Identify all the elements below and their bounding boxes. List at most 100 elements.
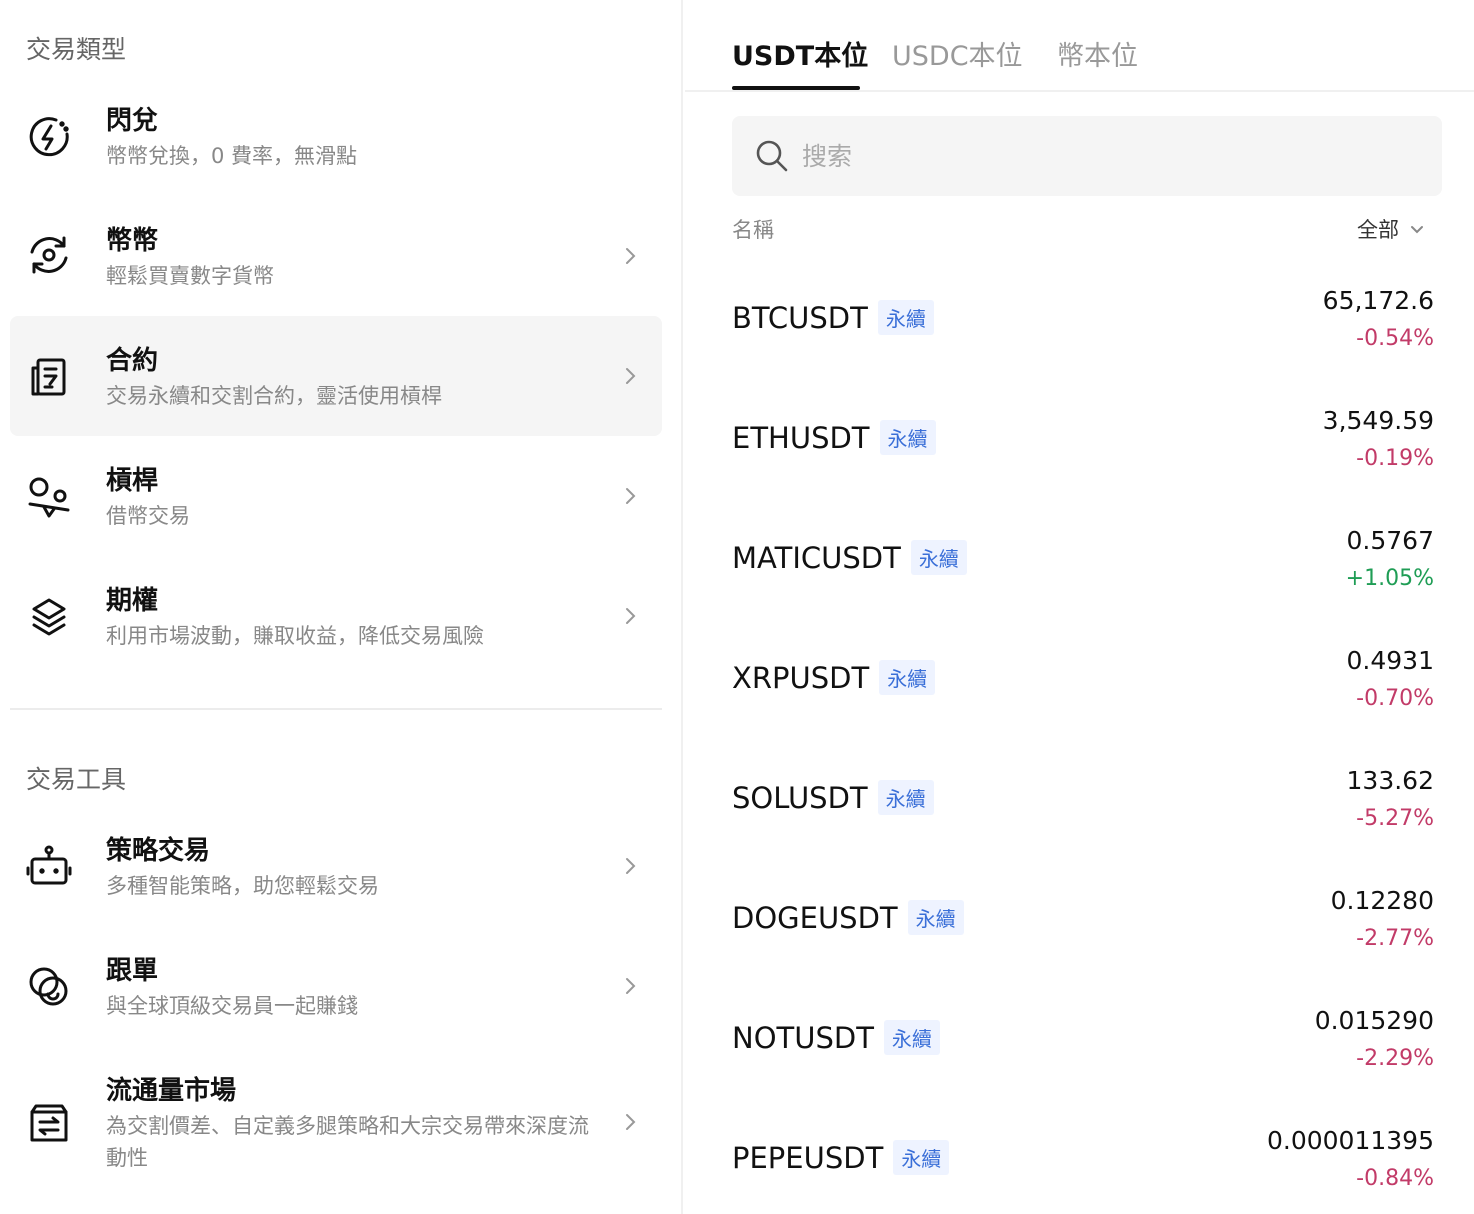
market-row[interactable]: BTCUSDT 永續 65,172.6 -0.54% xyxy=(732,272,1434,382)
tab-usdc-margined[interactable]: USDC本位 xyxy=(892,34,1023,73)
market-row[interactable]: ETHUSDT 永續 3,549.59 -0.19% xyxy=(732,392,1434,502)
search-icon xyxy=(754,138,790,174)
menu-item-desc: 交易永續和交割合約，靈活使用槓桿 xyxy=(106,384,442,408)
market-symbol-group: DOGEUSDT 永續 xyxy=(732,900,964,935)
market-row[interactable]: SOLUSDT 永續 133.62 -5.27% xyxy=(732,752,1434,862)
last-price: 0.015290 xyxy=(1314,1006,1434,1035)
copy-trade-icon xyxy=(26,964,72,1010)
chevron-right-icon xyxy=(618,1110,642,1134)
perpetual-badge: 永續 xyxy=(910,540,967,575)
last-price: 0.4931 xyxy=(1346,646,1434,675)
menu-item-spot[interactable]: 幣幣 輕鬆買賣數字貨幣 xyxy=(10,200,662,310)
active-tab-indicator xyxy=(732,86,860,90)
last-price: 65,172.6 xyxy=(1322,286,1434,315)
column-header-name: 名稱 xyxy=(732,218,774,242)
market-symbol: MATICUSDT xyxy=(732,540,901,575)
market-row[interactable]: PEPEUSDT 永續 0.000011395 -0.84% xyxy=(732,1112,1434,1214)
menu-item-title: 策略交易 xyxy=(106,836,211,866)
market-symbol-group: SOLUSDT 永續 xyxy=(732,780,934,815)
price-change-percent: -2.29% xyxy=(1356,1046,1434,1071)
market-symbol: BTCUSDT xyxy=(732,300,868,335)
market-list-panel: USDT本位 USDC本位 幣本位 名稱 全部 BTCUSDT 永續 65,172.… xyxy=(685,0,1474,1214)
market-symbol-group: MATICUSDT 永續 xyxy=(732,540,967,575)
price-change-percent: +1.05% xyxy=(1345,566,1434,591)
last-price: 0.000011395 xyxy=(1266,1126,1434,1155)
market-symbol: DOGEUSDT xyxy=(732,900,898,935)
perpetual-badge: 永續 xyxy=(879,660,936,695)
menu-item-futures[interactable]: 合約 交易永續和交割合約，靈活使用槓桿 xyxy=(10,316,662,436)
menu-item-title: 槓桿 xyxy=(106,466,159,496)
filter-dropdown[interactable]: 全部 xyxy=(1357,214,1427,244)
chevron-right-icon xyxy=(618,484,642,508)
price-change-percent: -2.77% xyxy=(1356,926,1434,951)
menu-item-desc: 借幣交易 xyxy=(106,504,190,528)
layers-icon xyxy=(26,594,72,640)
menu-item-title: 合約 xyxy=(106,346,159,376)
perpetual-badge: 永續 xyxy=(883,1020,940,1055)
menu-item-copy-trading[interactable]: 跟單 與全球頂級交易員一起賺錢 xyxy=(10,930,662,1040)
menu-item-margin[interactable]: 槓桿 借幣交易 xyxy=(10,440,662,550)
price-change-percent: -0.54% xyxy=(1356,326,1434,351)
market-row[interactable]: XRPUSDT 永續 0.4931 -0.70% xyxy=(732,632,1434,742)
market-symbol: PEPEUSDT xyxy=(732,1140,884,1175)
price-change-percent: -5.27% xyxy=(1356,806,1434,831)
menu-item-desc: 幣幣兌換，0 費率，無滑點 xyxy=(106,144,358,168)
perpetual-badge: 永續 xyxy=(877,300,934,335)
section-divider xyxy=(10,708,662,710)
filter-dropdown-label: 全部 xyxy=(1357,218,1399,242)
market-symbol: NOTUSDT xyxy=(732,1020,874,1055)
search-bar[interactable] xyxy=(732,116,1442,196)
market-row[interactable]: DOGEUSDT 永續 0.12280 -2.77% xyxy=(732,872,1434,982)
chevron-right-icon xyxy=(618,364,642,388)
last-price: 0.5767 xyxy=(1346,526,1434,555)
menu-item-desc: 利用市場波動，賺取收益，降低交易風險 xyxy=(106,624,484,648)
section-title-trade-tools: 交易工具 xyxy=(26,765,127,794)
market-row[interactable]: NOTUSDT 永續 0.015290 -2.29% xyxy=(732,992,1434,1102)
market-symbol-group: XRPUSDT 永續 xyxy=(732,660,936,695)
perpetual-badge: 永續 xyxy=(879,420,936,455)
menu-item-desc: 與全球頂級交易員一起賺錢 xyxy=(106,994,358,1018)
price-change-percent: -0.70% xyxy=(1356,686,1434,711)
menu-item-trading-bots[interactable]: 策略交易 多種智能策略，助您輕鬆交易 xyxy=(10,810,662,920)
menu-item-options[interactable]: 期權 利用市場波動，賺取收益，降低交易風險 xyxy=(10,560,662,670)
trade-type-panel: 交易類型 閃兌 幣幣兌換，0 費率，無滑點 幣幣 輕鬆買賣數字貨幣 合約 交易永… xyxy=(0,0,683,1214)
market-symbol-group: BTCUSDT 永續 xyxy=(732,300,934,335)
menu-item-desc: 為交割價差、自定義多腿策略和大宗交易帶來深度流動性 xyxy=(106,1114,589,1170)
market-row[interactable]: MATICUSDT 永續 0.5767 +1.05% xyxy=(732,512,1434,622)
market-symbol-group: NOTUSDT 永續 xyxy=(732,1020,940,1055)
chevron-right-icon xyxy=(618,604,642,628)
menu-item-desc: 輕鬆買賣數字貨幣 xyxy=(106,264,274,288)
market-symbol-group: PEPEUSDT 永續 xyxy=(732,1140,950,1175)
tab-usdt-margined[interactable]: USDT本位 xyxy=(732,34,868,73)
robot-icon xyxy=(26,844,72,890)
section-title-trade-types: 交易類型 xyxy=(26,35,127,64)
tab-coin-margined[interactable]: 幣本位 xyxy=(1057,34,1138,73)
market-symbol: XRPUSDT xyxy=(732,660,870,695)
price-change-percent: -0.19% xyxy=(1356,446,1434,471)
market-symbol: ETHUSDT xyxy=(732,420,870,455)
menu-item-desc: 多種智能策略，助您輕鬆交易 xyxy=(106,874,379,898)
chevron-down-icon xyxy=(1411,226,1423,234)
exchange-box-icon xyxy=(26,1100,72,1146)
swap-circle-icon xyxy=(26,232,72,278)
perpetual-badge: 永續 xyxy=(877,780,934,815)
menu-item-convert[interactable]: 閃兌 幣幣兌換，0 費率，無滑點 xyxy=(10,80,662,190)
chevron-right-icon xyxy=(618,854,642,878)
menu-item-title: 流通量市場 xyxy=(106,1076,237,1106)
chevron-right-icon xyxy=(618,974,642,998)
flash-icon xyxy=(26,114,72,160)
chevron-right-icon xyxy=(618,244,642,268)
margin-icon xyxy=(26,474,72,520)
last-price: 3,549.59 xyxy=(1322,406,1434,435)
price-change-percent: -0.84% xyxy=(1356,1166,1434,1191)
market-symbol-group: ETHUSDT 永續 xyxy=(732,420,936,455)
menu-item-title: 閃兌 xyxy=(106,106,159,136)
search-input[interactable] xyxy=(802,134,1402,178)
contract-icon xyxy=(26,354,72,400)
menu-item-title: 跟單 xyxy=(106,956,159,986)
menu-item-title: 期權 xyxy=(106,586,159,616)
menu-item-liquid-marketplace[interactable]: 流通量市場 為交割價差、自定義多腿策略和大宗交易帶來深度流動性 xyxy=(10,1050,662,1190)
perpetual-badge: 永續 xyxy=(907,900,964,935)
margin-type-tabs: USDT本位 USDC本位 幣本位 xyxy=(685,0,1474,92)
last-price: 133.62 xyxy=(1346,766,1434,795)
